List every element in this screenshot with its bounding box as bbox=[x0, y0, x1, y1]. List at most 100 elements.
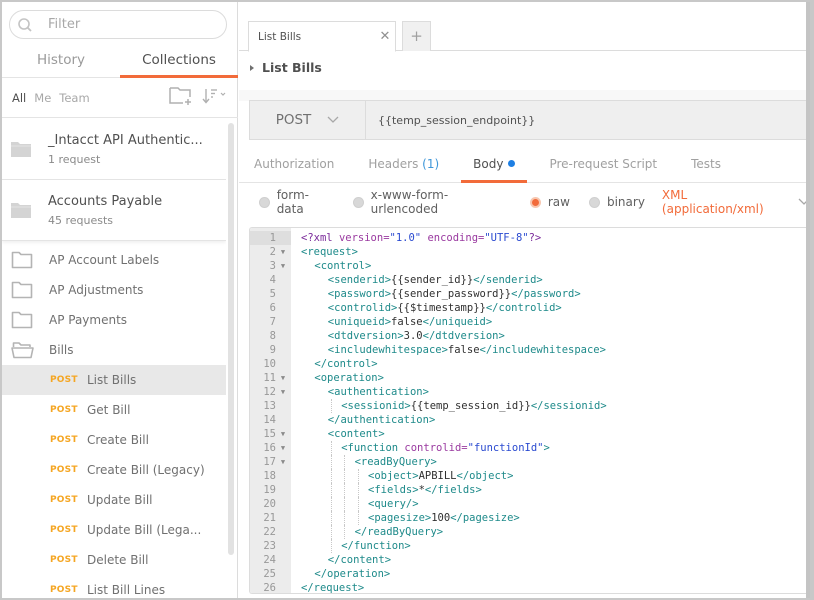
tab-label: Authorization bbox=[254, 157, 335, 171]
method-value: POST bbox=[275, 112, 312, 128]
code-line: 5 <password>{{sender_password}}</password… bbox=[250, 287, 810, 301]
line-number: 20 bbox=[263, 498, 276, 510]
request-name: List Bills bbox=[262, 60, 322, 75]
tab-body[interactable]: Body bbox=[461, 145, 528, 183]
fold-arrow-icon[interactable]: ▼ bbox=[278, 441, 288, 455]
sort-icon bbox=[202, 87, 230, 108]
code-text: <query/> bbox=[368, 498, 419, 510]
line-number: 1 bbox=[250, 231, 291, 245]
new-collection-button[interactable] bbox=[168, 86, 194, 109]
sidebar-scrollbar[interactable] bbox=[228, 123, 234, 555]
code-text: </operation> bbox=[314, 568, 391, 580]
request-name-header[interactable]: List Bills bbox=[250, 60, 322, 75]
indent-guide bbox=[344, 497, 346, 511]
tab-pre-request-script[interactable]: Pre-request Script bbox=[549, 145, 657, 182]
method-badge: POST bbox=[50, 555, 78, 565]
code-line: 15 ▼ <content> bbox=[250, 427, 810, 441]
body-mode-form-data[interactable]: form-data bbox=[259, 188, 334, 216]
tab-headers[interactable]: Headers (1) bbox=[368, 145, 439, 182]
main-panel: List Bills ✕ + List Bills POST Authoriza… bbox=[239, 2, 810, 598]
tab-label: Body bbox=[473, 157, 504, 171]
code-line: 12 ▼ <authentication> bbox=[250, 385, 810, 399]
request-label: List Bills bbox=[87, 373, 137, 387]
line-number: 7 bbox=[269, 316, 276, 328]
folder-item[interactable]: AP Payments bbox=[2, 305, 226, 335]
method-select[interactable]: POST bbox=[250, 101, 366, 139]
request-label: Get Bill bbox=[87, 403, 131, 417]
request-label: Create Bill bbox=[87, 433, 149, 447]
code-line: 24 </content> bbox=[250, 553, 810, 567]
code-line: 16 ▼ <function controlid="functionId"> bbox=[250, 441, 810, 455]
window-edge bbox=[806, 2, 810, 598]
line-number: 23 bbox=[263, 540, 276, 552]
request-item[interactable]: POST Create Bill bbox=[2, 425, 226, 455]
request-item[interactable]: POST Delete Bill bbox=[2, 545, 226, 575]
folder-icon bbox=[11, 142, 31, 157]
collection-item[interactable]: Accounts Payable 45 requests bbox=[2, 180, 226, 241]
fold-arrow-icon[interactable]: ▼ bbox=[278, 455, 288, 469]
filter-me[interactable]: Me bbox=[34, 91, 51, 105]
radio-button[interactable] bbox=[352, 196, 364, 208]
collection-item[interactable]: _Intacct API Authentic... 1 request bbox=[2, 119, 226, 180]
request-tab-bar: List Bills ✕ + bbox=[239, 2, 810, 52]
filter-input[interactable] bbox=[48, 17, 218, 32]
content-type-select[interactable]: XML (application/xml) bbox=[662, 188, 810, 216]
mode-label: x-www-form-urlencoded bbox=[370, 188, 449, 216]
filter-all[interactable]: All bbox=[12, 91, 26, 105]
tab-collections[interactable]: Collections bbox=[120, 46, 238, 78]
indent-guide bbox=[330, 399, 332, 413]
tab-tests[interactable]: Tests bbox=[691, 145, 721, 182]
indent-guide bbox=[330, 441, 332, 455]
radio-button[interactable] bbox=[259, 196, 270, 208]
fold-arrow-icon[interactable]: ▼ bbox=[278, 245, 288, 259]
fold-arrow-icon[interactable]: ▼ bbox=[278, 259, 288, 273]
folder-item[interactable]: AP Account Labels bbox=[2, 245, 226, 275]
filter-team[interactable]: Team bbox=[59, 91, 89, 105]
collection-count: 45 requests bbox=[48, 213, 114, 227]
close-icon[interactable]: ✕ bbox=[375, 29, 395, 44]
code-line: 18 <object>APBILL</object> bbox=[250, 469, 810, 483]
request-item[interactable]: POST Create Bill (Legacy) bbox=[2, 455, 226, 485]
fold-arrow-icon[interactable]: ▼ bbox=[278, 385, 288, 399]
filter-box[interactable] bbox=[9, 10, 227, 39]
request-item[interactable]: POST List Bill Lines bbox=[2, 575, 226, 598]
request-item[interactable]: POST Get Bill bbox=[2, 395, 226, 425]
line-number: 10 bbox=[263, 358, 276, 370]
request-item[interactable]: POST Update Bill bbox=[2, 485, 226, 515]
headers-count: (1) bbox=[422, 157, 440, 171]
code-line: 19 <fields>*</fields> bbox=[250, 483, 810, 497]
method-badge: POST bbox=[50, 495, 78, 505]
request-tab[interactable]: List Bills ✕ bbox=[248, 21, 396, 52]
tab-authorization[interactable]: Authorization bbox=[254, 145, 334, 182]
body-mode-urlencoded[interactable]: x-www-form-urlencoded bbox=[352, 188, 511, 216]
fold-arrow-icon[interactable]: ▼ bbox=[278, 427, 288, 441]
folder-open-icon bbox=[11, 340, 35, 360]
code-text: <sessionid>{{temp_session_id}}</sessioni… bbox=[341, 400, 607, 412]
url-input[interactable] bbox=[366, 101, 810, 139]
code-editor[interactable]: 1 <?xml version="1.0" encoding="UTF-8"?> 2… bbox=[249, 227, 810, 594]
indent-guide bbox=[357, 511, 359, 525]
code-line: 14 </authentication> bbox=[250, 413, 810, 427]
body-mode-selector: form-data x-www-form-urlencoded raw bina… bbox=[259, 188, 810, 216]
folder-item[interactable]: AP Adjustments bbox=[2, 275, 226, 305]
request-label: Update Bill bbox=[87, 493, 153, 507]
folder-item[interactable]: Bills bbox=[2, 335, 226, 365]
new-tab-button[interactable]: + bbox=[402, 21, 431, 51]
code-text: <object>APBILL</object> bbox=[368, 470, 514, 482]
body-mode-binary[interactable]: binary bbox=[588, 195, 645, 209]
collection-name: _Intacct API Authentic... bbox=[48, 132, 203, 148]
body-mode-raw[interactable]: raw bbox=[529, 195, 570, 209]
sort-button[interactable] bbox=[202, 87, 230, 108]
request-item[interactable]: POST Update Bill (Lega... bbox=[2, 515, 226, 545]
code-text: <uniqueid>false</uniqueid> bbox=[327, 316, 493, 328]
radio-button-selected[interactable] bbox=[529, 196, 541, 208]
request-item[interactable]: POST List Bills bbox=[2, 365, 226, 395]
indent-guide bbox=[330, 511, 332, 525]
indent-guide bbox=[344, 469, 346, 483]
code-text: </function> bbox=[341, 540, 411, 552]
radio-button[interactable] bbox=[588, 196, 600, 208]
tab-history[interactable]: History bbox=[2, 46, 120, 77]
indent-guide bbox=[330, 539, 332, 553]
method-badge: POST bbox=[50, 525, 78, 535]
fold-arrow-icon[interactable]: ▼ bbox=[278, 371, 288, 385]
